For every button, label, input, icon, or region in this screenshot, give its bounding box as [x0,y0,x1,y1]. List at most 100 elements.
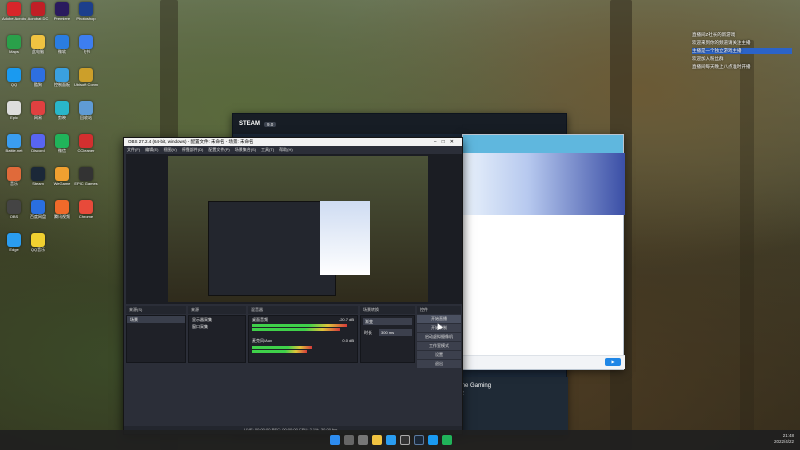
app-icon [55,167,69,181]
send-button[interactable]: ▶ [605,358,621,366]
desktop-icon-label: 微信 [58,148,66,153]
studio-mode-button[interactable]: 工作室模式 [417,342,461,350]
desktop-icon[interactable]: 百度网盘 [26,200,50,230]
menu-item[interactable]: 文件(F) [127,146,140,153]
settings-button[interactable]: 设置 [417,351,461,359]
desktop-icon-label: CCleaner [77,148,95,153]
window-controls[interactable]: −□✕ [434,138,459,146]
chat-titlebar[interactable] [463,135,623,153]
source-item[interactable]: 显示器采集 [189,316,245,323]
exit-button[interactable]: 退出 [417,360,461,368]
desktop-icon[interactable]: Battle.net [2,134,26,164]
desktop-icon[interactable]: 剪映 [50,101,74,131]
desktop-notes: 直播间Z社长的新游戏 欢迎来到你的频道请关注主播 主播是一个独立游戏主播 欢迎加… [692,32,792,72]
desktop-icon[interactable]: 酷狗 [26,68,50,98]
desktop-icon[interactable]: 微信 [50,134,74,164]
steam-badge: 9.0 [264,121,277,127]
app-icon [55,200,69,214]
desktop-icon[interactable]: QQ [2,68,26,98]
start-button-icon[interactable] [330,435,340,445]
desktop-icon[interactable]: Discord [26,134,50,164]
chat-banner-image [463,153,625,215]
file-explorer-icon[interactable] [372,435,382,445]
app-icon [55,68,69,82]
clock-date: 2022/4/22 [773,439,794,444]
note-line-highlighted: 主播是一个独立游戏主播 [692,48,792,54]
desktop-icon-label: 微软 [58,49,66,54]
obs-preview[interactable] [126,154,462,304]
mixer-header: 混音器 [248,306,358,314]
desktop-icon[interactable]: Acrobat DC [26,2,50,32]
menu-item[interactable]: 场景集合(S) [235,146,256,153]
search-icon[interactable] [344,435,354,445]
desktop-icon[interactable]: Adobe Acrobat DC [2,2,26,32]
desktop-icon-label: QQ [10,82,18,87]
menu-item[interactable]: 编辑(E) [145,146,158,153]
desktop-icon[interactable]: 此电脑 [26,35,50,65]
edge-icon[interactable] [386,435,396,445]
menu-item[interactable]: 视图(V) [163,146,176,153]
desktop-icon[interactable]: Epic [2,101,26,131]
wechat-taskbar-icon[interactable] [442,435,452,445]
desktop-icon[interactable]: EPIC Games [74,167,98,197]
mixer-track-label: 桌面音频 [252,317,268,322]
desktop-icon[interactable]: 音乐 [2,167,26,197]
chat-input-bar[interactable]: ▶ [463,355,625,369]
desktop-icon[interactable]: 飞书 [74,35,98,65]
desktop-icon[interactable]: 网易 [26,101,50,131]
desktop-icon[interactable]: OBS [2,200,26,230]
desktop-icon[interactable]: Chrome [74,200,98,230]
obs-taskbar-icon[interactable] [400,435,410,445]
virtual-camera-button[interactable]: 启动虚拟摄像机 [417,333,461,341]
app-icon [79,2,93,16]
source-item[interactable]: 窗口采集 [189,323,245,330]
steam-titlebar[interactable]: STEAM 9.0 [233,114,566,134]
desktop-icon[interactable]: Premiere [50,2,74,32]
steam-taskbar-icon[interactable] [414,435,424,445]
desktop-icon[interactable]: 微软 [50,35,74,65]
desktop-icon[interactable]: WeGame [50,167,74,197]
desktop-icon-label: 剪映 [58,115,66,120]
desktop-icon[interactable]: QQ音乐 [26,233,50,263]
obs-titlebar[interactable]: OBS 27.2.4 (64-bit, windows) - 配置文件: 未命名… [124,138,462,146]
app-icon [31,200,45,214]
scene-item[interactable]: 场景 [127,316,185,323]
app-icon [79,134,93,148]
transitions-panel[interactable]: 渐变 时长 300 ms [360,315,415,363]
desktop-icon[interactable]: Photoshop [74,2,98,32]
desktop-icon[interactable]: CCleaner [74,134,98,164]
desktop-icon[interactable]: Ubisoft Connect [74,68,98,98]
steam-logo: STEAM [239,121,260,127]
audio-meter [252,324,347,327]
desktop-icon-label: Premiere [53,16,71,21]
menu-item[interactable]: 配置文件(P) [208,146,229,153]
desktop-icon-label: 酷狗 [34,82,42,87]
background-tree [740,40,754,450]
obs-window[interactable]: OBS 27.2.4 (64-bit, windows) - 配置文件: 未命名… [123,137,463,435]
menu-item[interactable]: 停靠部件(D) [182,146,204,153]
chat-window[interactable]: ▶ [462,134,625,370]
desktop-icon[interactable]: 腾讯视频 [50,200,74,230]
desktop-icon[interactable]: 控制面板 [50,68,74,98]
app-icon [31,101,45,115]
app-icon [31,35,45,49]
nested-chat-preview [320,201,370,275]
desktop-icon[interactable]: Maps [2,35,26,65]
duration-label: 时长 [364,330,372,335]
desktop-icon[interactable]: Steam [26,167,50,197]
sources-panel[interactable]: 显示器采集 窗口采集 [188,315,246,363]
obs-canvas[interactable] [168,156,428,302]
system-tray-clock[interactable]: 21:48 2022/4/22 [774,433,794,445]
scenes-panel[interactable]: 场景 [126,315,186,363]
duration-input[interactable]: 300 ms [379,329,412,336]
qq-taskbar-icon[interactable] [428,435,438,445]
desktop-icon[interactable]: Edge [2,233,26,263]
desktop-icon[interactable]: 回收站 [74,101,98,131]
transition-select[interactable]: 渐变 [363,318,412,325]
mixer-panel[interactable]: 桌面音频 -20.7 dB 麦克风/Aux 0.0 dB [248,315,358,363]
task-view-icon[interactable] [358,435,368,445]
app-icon [7,233,21,247]
menu-item[interactable]: 帮助(H) [279,146,293,153]
menu-item[interactable]: 工具(T) [261,146,274,153]
desktop-icon-label: QQ音乐 [30,247,46,252]
